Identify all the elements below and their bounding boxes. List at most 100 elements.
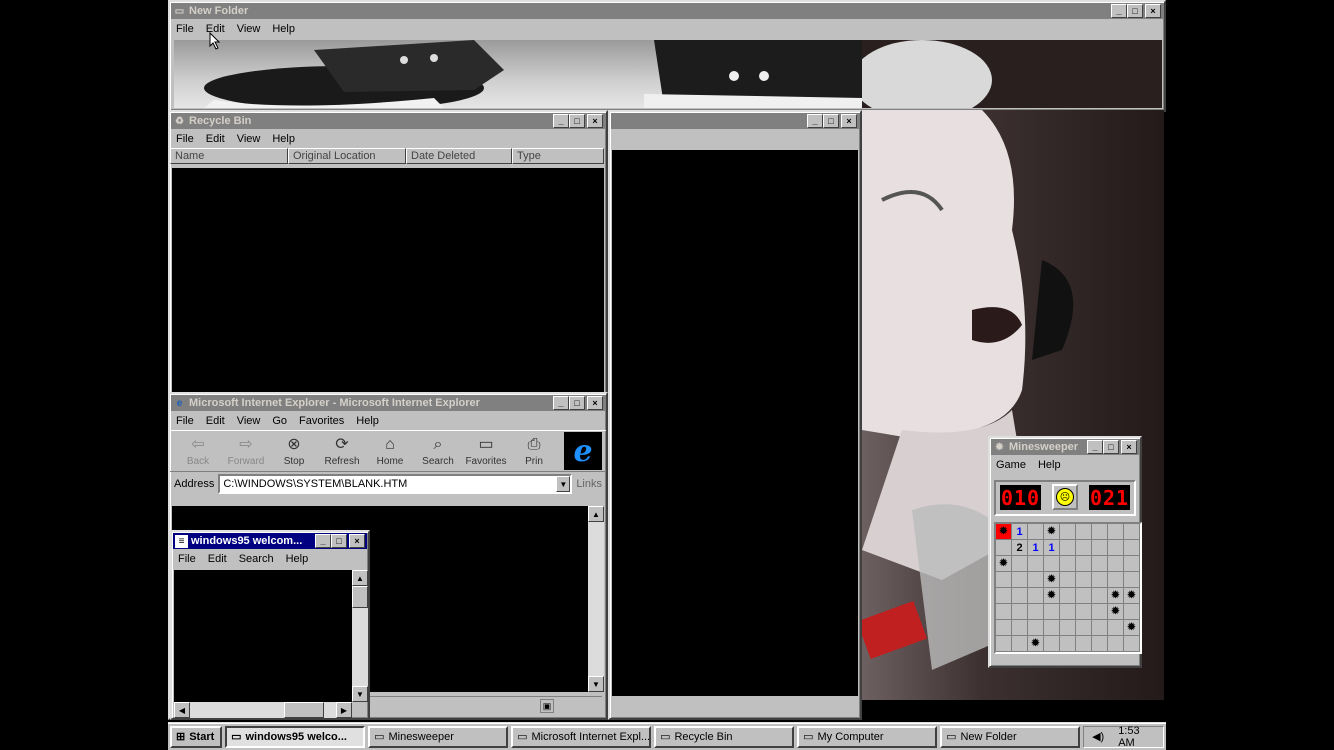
scroll-up-button[interactable]: ▲ [588,506,604,522]
minimize-button[interactable]: _ [1087,440,1103,454]
scroll-thumb[interactable] [284,702,324,718]
close-button[interactable]: × [587,396,603,410]
mine-cell[interactable] [1124,572,1140,588]
mine-cell[interactable] [1108,540,1124,556]
close-button[interactable]: × [587,114,603,128]
mine-cell[interactable] [1044,636,1060,652]
mine-cell[interactable] [1124,540,1140,556]
menu-file[interactable]: File [178,553,196,565]
address-input[interactable]: C:\WINDOWS\SYSTEM\BLANK.HTM ▼ [218,474,573,494]
mine-icon[interactable]: ✹ [1108,604,1124,620]
mine-cell[interactable] [1108,572,1124,588]
mine-icon[interactable]: ✹ [1044,588,1060,604]
menu-go[interactable]: Go [272,415,287,427]
mine-cell[interactable] [996,636,1012,652]
start-button[interactable]: ⊞ Start [170,725,223,748]
maximize-button[interactable]: □ [823,114,839,128]
scroll-down-button[interactable]: ▼ [352,686,368,702]
menu-view[interactable]: View [237,133,261,145]
menu-favorites[interactable]: Favorites [299,415,344,427]
chevron-down-icon[interactable]: ▼ [556,476,571,492]
mine-cell[interactable] [1012,604,1028,620]
toolbar-prin-button[interactable]: ⎙ Prin [510,436,558,467]
mine-cell[interactable]: 1 [1044,540,1060,556]
mine-cell[interactable]: 1 [1012,524,1028,540]
mine-cell[interactable] [1076,588,1092,604]
mine-cell[interactable] [1028,556,1044,572]
mine-cell[interactable] [1076,556,1092,572]
column-type[interactable]: Type [512,148,604,164]
mine-cell[interactable] [1124,556,1140,572]
mine-cell[interactable] [1028,620,1044,636]
scroll-down-button[interactable]: ▼ [588,676,604,692]
taskbar-button[interactable]: ▭ Recycle Bin [654,725,795,748]
mine-cell[interactable] [1028,524,1044,540]
mine-cell[interactable] [996,572,1012,588]
mine-cell[interactable] [1028,604,1044,620]
mine-cell[interactable] [996,604,1012,620]
ie-scrollbar[interactable]: ▲ ▼ [588,506,604,692]
mine-cell[interactable] [1012,636,1028,652]
mine-cell[interactable] [996,540,1012,556]
menu-search[interactable]: Search [239,553,274,565]
mine-cell[interactable] [1060,604,1076,620]
mine-cell[interactable] [1092,540,1108,556]
recycle-bin-titlebar[interactable]: ♻ Recycle Bin _ □ × [171,113,605,129]
scroll-left-button[interactable]: ◀ [174,702,190,718]
mine-cell[interactable] [1124,636,1140,652]
mine-cell[interactable] [1060,524,1076,540]
menu-view[interactable]: View [237,415,261,427]
mine-cell[interactable] [1028,588,1044,604]
mine-cell[interactable] [996,620,1012,636]
mine-icon[interactable]: ✹ [1044,572,1060,588]
mine-cell[interactable] [1060,588,1076,604]
mine-cell[interactable] [1012,556,1028,572]
column-name[interactable]: Name [170,148,288,164]
mine-cell[interactable] [1012,572,1028,588]
menu-file[interactable]: File [176,133,194,145]
taskbar-button[interactable]: ▭ Minesweeper [368,725,509,748]
maximize-button[interactable]: □ [1127,4,1143,18]
menu-edit[interactable]: Edit [208,553,227,565]
scroll-thumb[interactable] [352,586,368,608]
mine-cell[interactable] [1124,524,1140,540]
mine-cell[interactable] [1012,588,1028,604]
mine-cell[interactable] [1092,572,1108,588]
column-date-deleted[interactable]: Date Deleted [406,148,512,164]
column-original-location[interactable]: Original Location [288,148,406,164]
maximize-button[interactable]: □ [1103,440,1119,454]
menu-edit[interactable]: Edit [206,415,225,427]
toolbar-home-button[interactable]: ⌂ Home [366,436,414,467]
mine-cell[interactable] [1044,604,1060,620]
toolbar-back-button[interactable]: ⇦ Back [174,436,222,467]
menu-view[interactable]: View [237,23,261,35]
notepad-text-area[interactable] [174,570,352,702]
clock[interactable]: 1:53 AM [1118,725,1155,749]
menu-file[interactable]: File [176,23,194,35]
mine-cell[interactable] [1092,588,1108,604]
close-button[interactable]: × [1145,4,1161,18]
scroll-up-button[interactable]: ▲ [352,570,368,586]
taskbar-button[interactable]: ▭ windows95 welco... [225,725,366,748]
minesweeper-titlebar[interactable]: ✹ Minesweeper _ □ × [991,439,1139,455]
links-button[interactable]: Links [576,478,602,490]
menu-help[interactable]: Help [356,415,379,427]
mine-cell[interactable] [1060,620,1076,636]
notepad-vertical-scrollbar[interactable]: ▲ ▼ [352,570,368,702]
new-folder-titlebar[interactable]: ▭ New Folder _ □ × [171,3,1163,19]
notepad-titlebar[interactable]: ≡ windows95 welcom... _ □ × [173,533,367,549]
mine-cell[interactable] [1092,620,1108,636]
mine-cell[interactable] [1076,540,1092,556]
mine-cell[interactable] [1108,620,1124,636]
mine-cell[interactable] [1076,604,1092,620]
mine-cell[interactable] [1060,636,1076,652]
mine-cell[interactable] [1108,524,1124,540]
mine-cell[interactable] [1108,556,1124,572]
menu-edit[interactable]: Edit [206,133,225,145]
mine-cell[interactable] [1060,572,1076,588]
mine-cell[interactable] [1076,572,1092,588]
minimize-button[interactable]: _ [807,114,823,128]
mine-cell[interactable] [1012,620,1028,636]
mine-icon[interactable]: ✹ [1124,588,1140,604]
maximize-button[interactable]: □ [569,396,585,410]
